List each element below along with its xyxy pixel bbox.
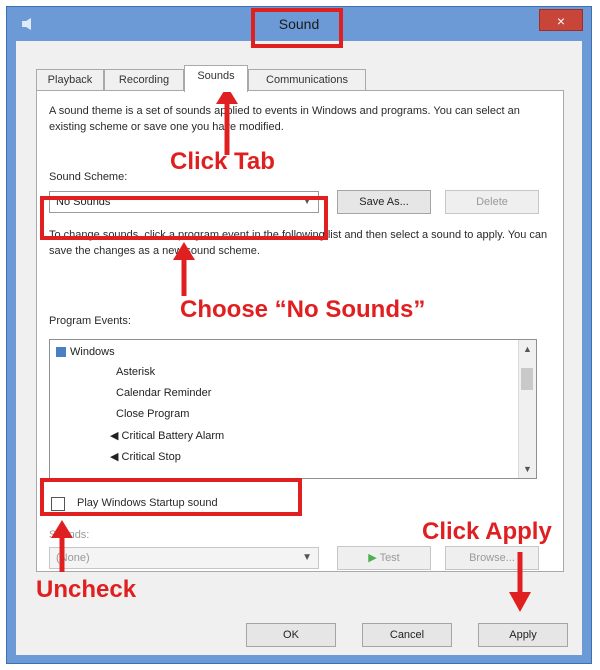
annotation-choose-no-sounds: Choose “No Sounds” — [180, 296, 426, 323]
arrowhead-icon — [509, 592, 531, 612]
annotation-click-tab: Click Tab — [170, 148, 275, 175]
annotation-click-apply: Click Apply — [422, 518, 552, 545]
arrowhead-icon — [51, 520, 73, 538]
tab-sounds[interactable]: Sounds — [184, 65, 248, 92]
annotation-arrows — [51, 86, 531, 612]
arrowhead-icon — [173, 242, 195, 260]
annotation-uncheck: Uncheck — [36, 576, 137, 603]
